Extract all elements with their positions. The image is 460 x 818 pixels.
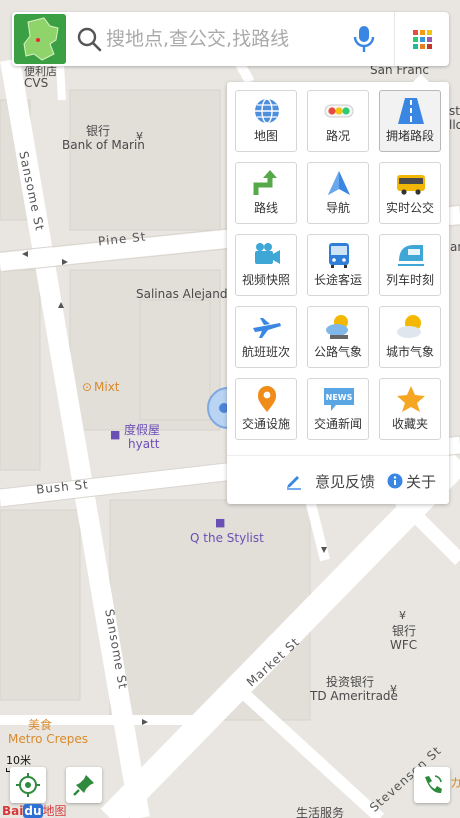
baidu-map-logo: Baidu地图 <box>2 802 67 818</box>
map-label-bank-cn: 银行 <box>86 124 111 138</box>
brand-bai: Bai <box>2 804 24 818</box>
navigation-icon <box>328 171 350 195</box>
feedback-button[interactable]: 意见反馈 <box>285 470 375 492</box>
map-label-edge-ilo: llo <box>449 118 460 132</box>
pushpin-icon <box>73 775 94 796</box>
brand-ditu: 地图 <box>42 804 67 818</box>
map-label-td: TD Ameritrade <box>310 689 398 703</box>
menu-footer: 意见反馈 关于 <box>227 455 449 504</box>
road-weather-icon <box>326 315 348 339</box>
map-label-cvs: CVS <box>24 76 49 90</box>
news-icon: NEWS <box>324 388 354 411</box>
pencil-icon <box>287 476 301 490</box>
menu-item-label: 列车时刻 <box>385 273 434 287</box>
about-button[interactable]: 关于 <box>387 470 436 492</box>
map-label-mixt: Mixt <box>94 380 120 394</box>
map-label-edge-ka: カ <box>450 776 460 790</box>
search-icon <box>77 27 102 52</box>
location-pin-icon <box>258 386 276 412</box>
menu-item-label: 公路气象 <box>313 345 362 359</box>
menu-item-label: 路线 <box>253 201 278 215</box>
microphone-icon[interactable] <box>352 24 376 54</box>
map-label-bank-cn-2: 银行 <box>392 624 417 638</box>
star-icon <box>397 386 425 412</box>
menu-item-label: 拥堵路段 <box>385 129 434 143</box>
traffic-light-icon <box>324 104 354 118</box>
hotel-icon: ■ <box>110 428 121 441</box>
feedback-label: 意见反馈 <box>315 472 376 491</box>
coach-icon <box>329 243 349 268</box>
menu-item-map[interactable]: 地图 <box>235 90 297 152</box>
map-label-wfc: WFC <box>390 638 418 652</box>
menu-item-video-snapshot[interactable]: 视频快照 <box>235 234 297 296</box>
search-input[interactable] <box>106 26 346 52</box>
map-label-edge-st: st <box>449 104 460 118</box>
map-label-q-stylist: Q the Stylist <box>190 531 264 545</box>
menu-item-label: 长途客运 <box>313 273 362 287</box>
menu-item-label: 航班班次 <box>241 345 290 359</box>
map-label-metro-crepes: Metro Crepes <box>8 732 88 746</box>
menu-item-realtime-bus[interactable]: 实时公交 <box>379 162 441 224</box>
map-label-hyatt: hyatt <box>128 437 160 451</box>
airplane-icon <box>253 318 281 338</box>
menu-item-city-weather[interactable]: 城市气象 <box>379 306 441 368</box>
menu-item-label: 实时公交 <box>385 201 434 215</box>
city-weather-icon <box>397 315 421 338</box>
menu-item-label: 城市气象 <box>385 345 434 359</box>
about-label: 关于 <box>406 472 437 491</box>
menu-item-route[interactable]: 路线 <box>235 162 297 224</box>
map-label-life-service: 生活服务 <box>296 806 345 818</box>
map-label-inv-bank-cn: 投资银行 <box>326 675 375 689</box>
menu-item-facilities[interactable]: 交通设施 <box>235 378 297 440</box>
menu-item-label: 地图 <box>253 129 278 143</box>
menu-item-favorites[interactable]: 收藏夹 <box>379 378 441 440</box>
bus-icon <box>397 175 425 195</box>
phone-button[interactable] <box>414 767 450 803</box>
province-map-icon <box>14 14 66 64</box>
poi-dot-icon: ⊙ <box>82 380 93 394</box>
menu-item-label: 视频快照 <box>241 273 290 287</box>
menu-item-flight[interactable]: 航班班次 <box>235 306 297 368</box>
svg-text:NEWS: NEWS <box>326 393 353 402</box>
phone-icon <box>425 775 442 794</box>
road-icon <box>398 98 424 124</box>
tools-grid-button[interactable] <box>395 12 449 66</box>
map-label-bank-of-marin: Bank of Marin <box>62 138 145 152</box>
globe-icon <box>255 98 279 124</box>
menu-item-coach[interactable]: 长途客运 <box>307 234 369 296</box>
menu-item-train[interactable]: 列车时刻 <box>379 234 441 296</box>
map-label-salinas: Salinas Alejandra <box>136 287 240 301</box>
train-icon <box>398 245 424 266</box>
menu-item-label: 收藏夹 <box>391 417 428 431</box>
menu-item-label: 导航 <box>325 201 350 215</box>
map-label-food-cn: 美食 <box>28 718 53 732</box>
menu-item-label: 路况 <box>325 129 350 143</box>
map-label-hotel-cn: 度假屋 <box>124 423 161 437</box>
menu-item-road-weather[interactable]: 公路气象 <box>307 306 369 368</box>
search-bar <box>12 12 449 66</box>
city-map-thumbnail[interactable] <box>14 14 66 64</box>
video-camera-icon <box>255 243 280 264</box>
info-icon <box>387 473 403 489</box>
brand-du: du <box>23 804 43 818</box>
locate-button[interactable] <box>10 767 46 803</box>
grid-icon <box>413 30 432 49</box>
tools-menu: 地图 路况 拥堵路段 路线 导航 实时公交 视频快照 长途客运 列车时刻 航班班… <box>227 74 449 504</box>
menu-item-congestion[interactable]: 拥堵路段 <box>379 90 441 152</box>
shop-icon: ■ <box>215 516 226 529</box>
bank-icon: ¥ <box>399 609 406 622</box>
menu-item-news[interactable]: NEWS 交通新闻 <box>307 378 369 440</box>
route-arrow-icon <box>253 170 277 195</box>
menu-item-label: 交通新闻 <box>313 417 362 431</box>
menu-item-traffic[interactable]: 路况 <box>307 90 369 152</box>
locate-icon <box>16 773 40 797</box>
scale-label: 10米 <box>6 754 31 767</box>
pin-button[interactable] <box>66 767 102 803</box>
map-label-edge-an: an <box>450 240 460 254</box>
menu-item-label: 交通设施 <box>241 417 290 431</box>
menu-item-navigation[interactable]: 导航 <box>307 162 369 224</box>
